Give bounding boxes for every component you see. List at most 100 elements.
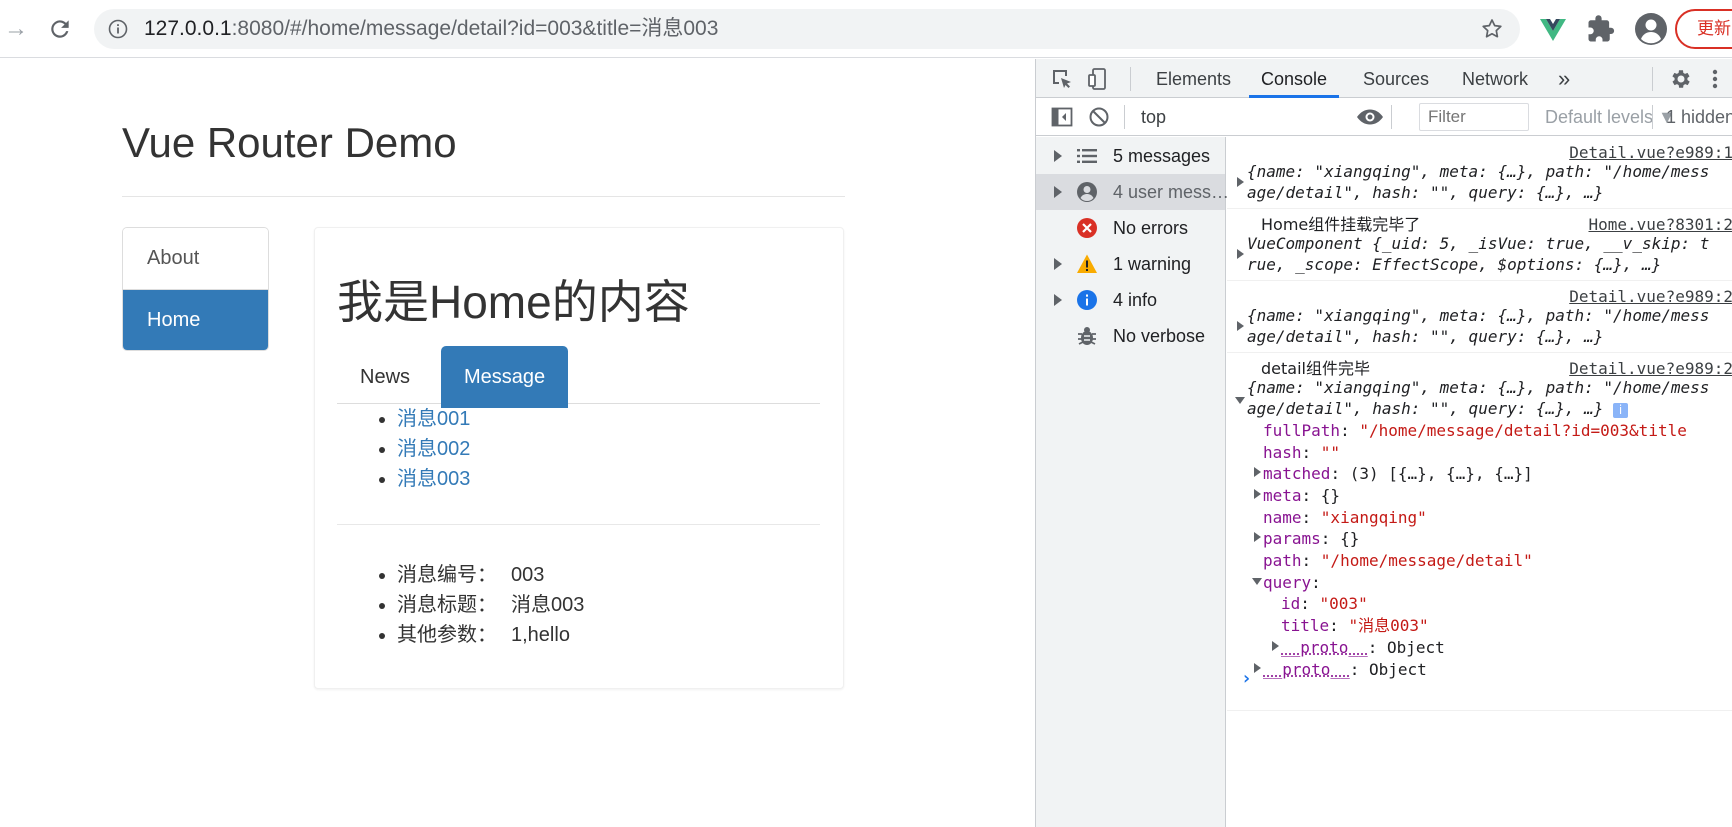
expand-arrow-icon[interactable] — [1254, 663, 1261, 673]
kebab-menu-icon[interactable] — [1710, 67, 1720, 91]
inspect-element-icon[interactable] — [1050, 67, 1074, 91]
message-link-001[interactable]: 消息001 — [397, 408, 470, 430]
vue-devtools-extension-icon[interactable] — [1538, 14, 1568, 44]
expand-arrow-icon — [1054, 258, 1062, 270]
tab-sources[interactable]: Sources — [1351, 59, 1441, 98]
tab-console[interactable]: Console — [1249, 59, 1339, 98]
object-preview-tail[interactable]: age/detail", hash: "", query: {…}, …} i — [1247, 398, 1628, 419]
clear-console-icon[interactable] — [1087, 105, 1111, 129]
extensions-puzzle-icon[interactable] — [1586, 14, 1616, 44]
object-preview[interactable]: age/detail", hash: "", query: {…}, …} — [1247, 326, 1603, 347]
sidebar-item-label: No verbose — [1113, 318, 1205, 354]
log-levels-dropdown[interactable]: Default levels ▼ — [1545, 104, 1676, 130]
expand-arrow-icon — [1054, 150, 1062, 162]
expand-arrow-icon — [1054, 294, 1062, 306]
side-nav-home[interactable]: Home — [123, 289, 268, 350]
expand-arrow-icon[interactable] — [1254, 467, 1261, 477]
sidebar-item-info[interactable]: 4 info — [1036, 282, 1225, 318]
list-item: 消息001 — [397, 404, 470, 434]
settings-gear-icon[interactable] — [1668, 67, 1692, 91]
prop-proto[interactable]: __proto__: Object — [1263, 659, 1427, 680]
expand-arrow-icon — [1054, 186, 1062, 198]
sidebar-item-warnings[interactable]: 1 warning — [1036, 246, 1225, 282]
expand-arrow-icon[interactable] — [1254, 532, 1261, 542]
prop-value: "xiangqing" — [1321, 508, 1427, 527]
message-link-003[interactable]: 消息003 — [397, 468, 470, 490]
device-toolbar-icon[interactable] — [1086, 67, 1110, 91]
error-icon — [1076, 217, 1098, 239]
message-link-002[interactable]: 消息002 — [397, 438, 470, 460]
sidebar-item-messages[interactable]: 5 messages — [1036, 138, 1225, 174]
prop-query[interactable]: query: — [1263, 572, 1321, 593]
site-info-icon[interactable] — [108, 19, 128, 39]
url-text[interactable]: 127.0.0.1:8080/#/home/message/detail?id=… — [144, 18, 718, 40]
collapse-arrow-icon[interactable] — [1235, 397, 1245, 404]
log-text: Home组件挂载完毕了 — [1261, 214, 1420, 235]
console-filter-input[interactable] — [1419, 103, 1529, 131]
sidebar-item-errors[interactable]: No errors — [1036, 210, 1225, 246]
detail-item: 其他参数：1,hello — [397, 620, 584, 650]
object-preview[interactable]: {name: "xiangqing", meta: {…}, path: "/h… — [1247, 161, 1709, 182]
console-message: Detail.vue?e989:2 {name: "xiangqing", me… — [1227, 281, 1732, 353]
context-select[interactable]: top — [1141, 104, 1381, 130]
reload-icon[interactable] — [47, 16, 73, 42]
object-preview[interactable]: age/detail", hash: "", query: {…}, …} — [1247, 182, 1603, 203]
prop-value: {} — [1321, 486, 1340, 505]
detail-value: 003 — [511, 564, 544, 586]
expand-arrow-icon[interactable] — [1237, 177, 1244, 187]
tab-elements[interactable]: Elements — [1144, 59, 1243, 98]
toolbar-separator — [1652, 105, 1653, 129]
expand-arrow-icon[interactable] — [1272, 641, 1279, 651]
object-preview[interactable]: VueComponent {_uid: 5, _isVue: true, __v… — [1247, 233, 1709, 254]
sidebar-item-label: No errors — [1113, 210, 1188, 246]
live-expression-eye-icon[interactable] — [1355, 105, 1385, 129]
collapse-arrow-icon[interactable] — [1252, 578, 1262, 585]
list-item: 消息003 — [397, 464, 470, 494]
prop-query-proto[interactable]: __proto__: Object — [1281, 637, 1445, 658]
tab-message[interactable]: Message — [441, 346, 568, 408]
sidebar-item-verbose[interactable]: No verbose — [1036, 318, 1225, 354]
prop-value: {} — [1340, 529, 1359, 548]
context-value: top — [1141, 107, 1166, 127]
expand-arrow-icon[interactable] — [1237, 249, 1244, 259]
list-item: 消息002 — [397, 434, 470, 464]
source-link[interactable]: Detail.vue?e989:2 — [1569, 359, 1732, 378]
console-prompt-chevron-icon[interactable]: › — [1241, 668, 1252, 689]
toolbar-separator — [1652, 67, 1653, 91]
warning-icon — [1076, 253, 1098, 275]
object-preview[interactable]: {name: "xiangqing", meta: {…}, path: "/h… — [1247, 377, 1709, 398]
prop-value: "/home/message/detail" — [1321, 551, 1533, 570]
prop-params[interactable]: params: {} — [1263, 528, 1359, 549]
prop-value: (3) [{…}, {…}, {…}] — [1350, 464, 1533, 483]
expand-arrow-icon[interactable] — [1254, 489, 1261, 499]
prop-meta[interactable]: meta: {} — [1263, 485, 1340, 506]
home-tabs: News Message — [337, 346, 820, 404]
profile-avatar-icon[interactable] — [1634, 12, 1668, 46]
object-preview[interactable]: {name: "xiangqing", meta: {…}, path: "/h… — [1247, 305, 1709, 326]
prop-hash: hash: "" — [1263, 442, 1340, 463]
tab-network[interactable]: Network — [1450, 59, 1540, 98]
update-button[interactable]: 更新 — [1675, 9, 1732, 49]
console-message: Detail.vue?e989:1 {name: "xiangqing", me… — [1227, 137, 1732, 209]
side-nav-about[interactable]: About — [123, 228, 268, 289]
source-link[interactable]: Detail.vue?e989:2 — [1569, 287, 1732, 306]
expand-arrow-icon[interactable] — [1237, 321, 1244, 331]
sidebar-toggle-icon[interactable] — [1050, 105, 1074, 129]
bookmark-star-icon[interactable] — [1480, 17, 1504, 41]
evaluated-info-icon[interactable]: i — [1613, 403, 1628, 418]
source-link[interactable]: Home.vue?8301:2 — [1589, 215, 1732, 234]
forward-arrow-icon[interactable]: → — [4, 17, 24, 41]
prop-matched[interactable]: matched: (3) [{…}, {…}, {…}] — [1263, 463, 1533, 484]
tab-news[interactable]: News — [337, 346, 433, 408]
home-heading: 我是Home的内容 — [337, 274, 690, 330]
sidebar-item-user-messages[interactable]: 4 user mess… — [1036, 174, 1225, 210]
source-link[interactable]: Detail.vue?e989:1 — [1569, 143, 1732, 162]
object-preview-text: age/detail", hash: "", query: {…}, …} — [1247, 399, 1603, 418]
more-tabs-button[interactable]: » — [1546, 59, 1582, 98]
detail-value: 消息003 — [511, 594, 584, 616]
address-bar[interactable]: 127.0.0.1:8080/#/home/message/detail?id=… — [94, 9, 1520, 49]
object-preview[interactable]: rue, _scope: EffectScope, $options: {…},… — [1247, 254, 1661, 275]
prop-path: path: "/home/message/detail" — [1263, 550, 1533, 571]
browser-toolbar: → 127.0.0.1:8080/#/home/message/detail?i… — [0, 0, 1732, 58]
home-panel: 我是Home的内容 News Message 消息001 消息002 消息003… — [314, 227, 844, 689]
